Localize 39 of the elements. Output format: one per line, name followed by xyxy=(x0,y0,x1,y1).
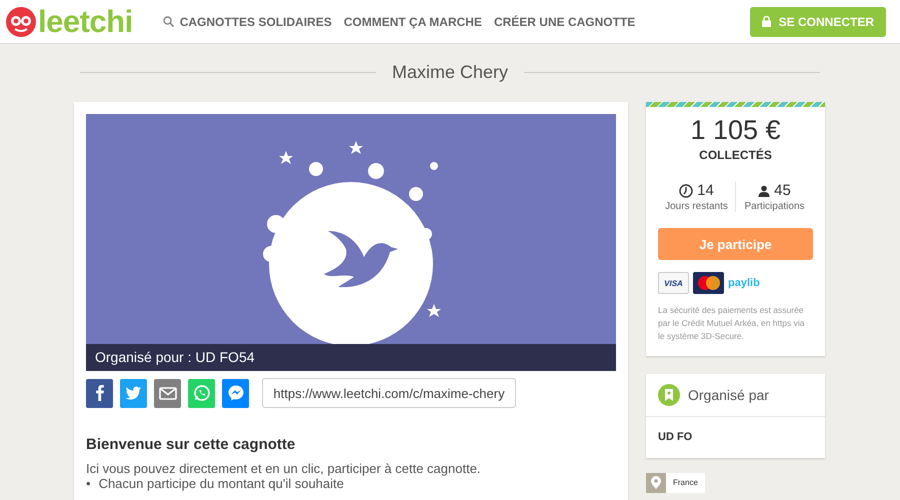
stat-label: Jours restants xyxy=(665,201,728,212)
stat-value: 14 xyxy=(697,182,714,199)
logo-icon xyxy=(6,6,36,36)
clock-icon xyxy=(679,184,694,198)
bullet-marker: • xyxy=(86,476,91,491)
badge-icon xyxy=(658,384,680,406)
phone-bubble-icon xyxy=(192,384,210,402)
location-pin-icon xyxy=(651,476,661,490)
messenger-share-button[interactable] xyxy=(222,378,249,408)
facebook-icon xyxy=(96,385,104,401)
page-title: Maxime Chery xyxy=(392,62,508,82)
lock-icon xyxy=(762,16,771,27)
paylib-logo: paylib xyxy=(728,277,760,289)
whatsapp-share-button[interactable] xyxy=(188,378,215,408)
search-icon xyxy=(162,16,174,27)
person-icon xyxy=(758,184,770,196)
intro-text: Ici vous pouvez directement et en un clic, participer à cette cagnotte. xyxy=(86,461,482,476)
list-item: Chacun participe du montant qu'il souhaite xyxy=(98,476,344,491)
visa-logo: VISA xyxy=(658,272,689,294)
amount-label: COLLECTÉS xyxy=(699,148,772,162)
twitter-share-button[interactable] xyxy=(120,378,147,408)
cover-caption: Organisé pour : UD FO54 xyxy=(86,344,616,371)
email-share-button[interactable] xyxy=(154,378,181,408)
amount-collected: 1 105 € xyxy=(690,115,781,146)
url-field[interactable]: https://www.leetchi.com/c/maxime-chery xyxy=(262,378,516,408)
bird-icon xyxy=(124,384,142,402)
nav-link[interactable]: COMMENT ÇA MARCHE xyxy=(344,14,482,28)
chat-bubble-icon xyxy=(226,384,244,402)
nav-link[interactable]: CRÉER UNE CAGNOTTE xyxy=(494,14,636,28)
organizer-title: Organisé par xyxy=(688,386,769,403)
organizer-name: UD FO xyxy=(657,430,694,445)
nav-link[interactable]: CAGNOTTES SOLIDAIRES xyxy=(162,14,332,28)
facebook-share-button[interactable] xyxy=(86,378,113,408)
stat-label: Participations xyxy=(744,201,805,212)
envelope-icon xyxy=(158,384,176,402)
security-note: La sécurité des paiements est assurée par le Crédit Mutuel Arkéa, en https via le système 3D-Secure. xyxy=(658,304,806,344)
stat-value: 45 xyxy=(774,182,791,199)
mastercard-logo xyxy=(696,275,722,291)
section-heading: Bienvenue sur cette cagnotte xyxy=(86,436,296,453)
